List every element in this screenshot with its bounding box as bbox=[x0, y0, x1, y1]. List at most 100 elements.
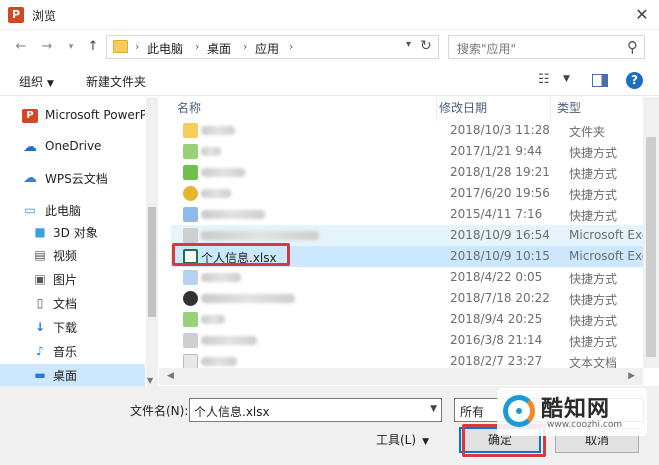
table-row[interactable]: 2018/7/18 20:22 快捷方式 bbox=[171, 288, 659, 309]
file-type: 快捷方式 bbox=[569, 209, 618, 223]
chevron-right-icon: › bbox=[289, 40, 294, 53]
table-row[interactable]: 2016/3/8 21:14 快捷方式 bbox=[171, 330, 659, 351]
close-icon[interactable]: ✕ bbox=[631, 4, 653, 26]
scrollbar-thumb[interactable] bbox=[148, 207, 156, 317]
blurred-name bbox=[201, 147, 221, 156]
sidebar-item-label: 视频 bbox=[53, 249, 78, 263]
view-options-icon[interactable]: ☷ bbox=[538, 72, 550, 87]
window-title: 浏览 bbox=[32, 9, 57, 23]
sidebar-item-downloads[interactable]: ↓ 下载 bbox=[0, 316, 145, 338]
folder-icon bbox=[183, 123, 198, 138]
chevron-down-icon[interactable]: ▼ bbox=[563, 74, 570, 84]
sidebar-item-label: 音乐 bbox=[53, 345, 78, 359]
text-file-icon bbox=[183, 354, 198, 369]
column-header-name[interactable]: 名称 bbox=[171, 97, 437, 121]
scrollbar-thumb[interactable] bbox=[646, 137, 656, 357]
shortcut-icon bbox=[183, 165, 198, 180]
blurred-name bbox=[201, 189, 231, 198]
sidebar-item-powerpoint[interactable]: P Microsoft PowerP bbox=[0, 105, 145, 127]
filename-value: 个人信息.xlsx bbox=[194, 405, 270, 419]
blurred-name bbox=[201, 231, 319, 240]
file-list: 名称 修改日期 类型 2018/10/3 11:28 文件夹 2017/1/21… bbox=[159, 97, 659, 385]
sidebar-item-wps-cloud[interactable]: ☁ WPS云文档 bbox=[0, 167, 145, 189]
chevron-down-icon: ▼ bbox=[47, 79, 54, 89]
breadcrumb-desktop[interactable]: 桌面 bbox=[207, 40, 231, 57]
sidebar-item-label: 下载 bbox=[53, 321, 78, 335]
sidebar-item-label: 此电脑 bbox=[45, 204, 82, 218]
help-icon[interactable]: ? bbox=[626, 72, 643, 89]
table-row[interactable]: 2015/4/11 7:16 快捷方式 bbox=[171, 204, 659, 225]
table-row[interactable]: 2018/9/4 20:25 快捷方式 bbox=[171, 309, 659, 330]
file-date: 2018/1/28 19:21 bbox=[450, 165, 550, 179]
column-header-type[interactable]: 类型 bbox=[551, 97, 647, 121]
file-date: 2017/1/21 9:44 bbox=[450, 144, 543, 158]
file-type: 快捷方式 bbox=[569, 188, 618, 202]
sidebar-item-3d-objects[interactable]: ■ 3D 对象 bbox=[0, 221, 145, 243]
shortcut-icon bbox=[183, 291, 198, 306]
table-row[interactable]: 2018/10/3 11:28 文件夹 bbox=[171, 120, 659, 141]
chevron-right-icon: › bbox=[135, 40, 140, 53]
file-date: 2018/10/3 11:28 bbox=[450, 123, 550, 137]
tools-button[interactable]: 工具(L) ▼ bbox=[376, 431, 429, 448]
file-type: 快捷方式 bbox=[569, 293, 618, 307]
powerpoint-app-icon: P bbox=[8, 7, 24, 23]
navigation-scrollbar[interactable]: ▼ bbox=[146, 97, 158, 387]
chevron-down-icon[interactable]: ▾ bbox=[406, 39, 411, 50]
table-row[interactable]: 2018/4/22 0:05 快捷方式 bbox=[171, 267, 659, 288]
shortcut-icon bbox=[183, 312, 198, 327]
chevron-down-icon[interactable]: ▼ bbox=[430, 404, 437, 414]
up-arrow-icon[interactable]: ↑ bbox=[84, 39, 102, 55]
preview-pane-icon[interactable] bbox=[592, 74, 608, 87]
file-date: 2018/2/7 23:27 bbox=[450, 354, 543, 368]
filename-field[interactable]: 个人信息.xlsx ▼ bbox=[189, 398, 442, 422]
breadcrumb-this-pc[interactable]: 此电脑 bbox=[147, 40, 183, 57]
chevron-down-icon[interactable]: ▾ bbox=[62, 39, 80, 55]
search-input[interactable]: 搜索"应用" ⚲ bbox=[448, 35, 645, 59]
address-bar[interactable]: › 此电脑 › 桌面 › 应用 › ▾ ↻ bbox=[106, 35, 439, 59]
search-icon: ⚲ bbox=[627, 38, 638, 56]
file-list-vertical-scrollbar[interactable] bbox=[643, 97, 659, 368]
breadcrumb-apps[interactable]: 应用 bbox=[255, 40, 279, 57]
sidebar-item-videos[interactable]: ▤ 视频 bbox=[0, 244, 145, 266]
shortcut-icon bbox=[183, 270, 198, 285]
tools-label: 工具(L) bbox=[376, 433, 417, 447]
file-type: 快捷方式 bbox=[569, 167, 618, 181]
blurred-name bbox=[201, 357, 237, 366]
blurred-name bbox=[201, 315, 225, 324]
sidebar-item-pictures[interactable]: ▣ 图片 bbox=[0, 268, 145, 290]
computer-icon: ▭ bbox=[24, 203, 36, 217]
forward-arrow-icon[interactable]: → bbox=[38, 39, 56, 55]
blurred-name bbox=[201, 126, 235, 135]
sidebar-item-documents[interactable]: ▯ 文档 bbox=[0, 292, 145, 314]
table-row[interactable]: 2018/1/28 19:21 快捷方式 bbox=[171, 162, 659, 183]
file-date: 2018/7/18 20:22 bbox=[450, 291, 550, 305]
image-icon: ▣ bbox=[34, 272, 46, 286]
scroll-left-icon[interactable]: ◀ bbox=[167, 371, 174, 381]
sidebar-item-label: 图片 bbox=[53, 273, 78, 287]
cloud-icon: ☁ bbox=[23, 139, 37, 155]
sidebar-item-this-pc[interactable]: ▭ 此电脑 bbox=[0, 199, 145, 221]
organize-button[interactable]: 组织 ▼ bbox=[19, 73, 54, 90]
file-date: 2018/10/9 16:54 bbox=[450, 228, 550, 242]
file-list-horizontal-scrollbar[interactable]: ◀ ▶ bbox=[159, 368, 643, 385]
music-note-icon: ♪ bbox=[36, 344, 44, 358]
powerpoint-icon: P bbox=[22, 109, 38, 123]
refresh-icon[interactable]: ↻ bbox=[420, 38, 432, 54]
table-row[interactable]: 2017/1/21 9:44 快捷方式 bbox=[171, 141, 659, 162]
shortcut-icon bbox=[183, 207, 198, 222]
title-bar: P 浏览 ✕ bbox=[0, 0, 659, 30]
scroll-right-icon[interactable]: ▶ bbox=[628, 371, 635, 381]
column-header-date[interactable]: 修改日期 bbox=[433, 97, 551, 121]
watermark: 酷知网 www.coozhi.com bbox=[497, 388, 647, 436]
sidebar-item-desktop[interactable]: ▬ 桌面 bbox=[0, 364, 145, 386]
table-row[interactable]: 2017/6/20 19:56 快捷方式 bbox=[171, 183, 659, 204]
new-folder-button[interactable]: 新建文件夹 bbox=[86, 73, 146, 90]
chevron-down-icon: ▼ bbox=[422, 437, 429, 447]
scroll-down-icon[interactable]: ▼ bbox=[147, 376, 153, 385]
desktop-icon: ▬ bbox=[34, 368, 46, 382]
sidebar-item-onedrive[interactable]: ☁ OneDrive bbox=[0, 136, 145, 158]
back-arrow-icon[interactable]: ← bbox=[12, 39, 30, 55]
shortcut-icon bbox=[183, 186, 198, 201]
organize-label: 组织 bbox=[19, 75, 44, 89]
sidebar-item-music[interactable]: ♪ 音乐 bbox=[0, 340, 145, 362]
